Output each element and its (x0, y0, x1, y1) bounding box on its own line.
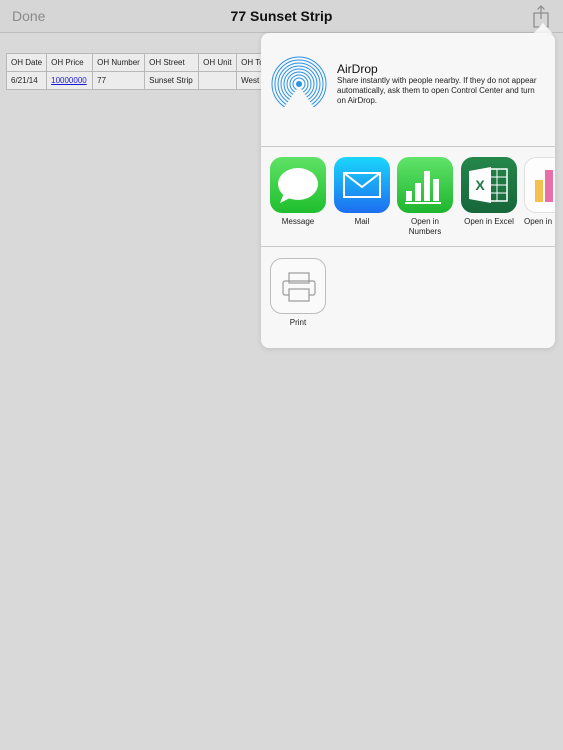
page-title: 77 Sunset Strip (230, 8, 333, 24)
share-action-print[interactable]: Print (268, 258, 328, 328)
screen: Done 77 Sunset Strip OH Date OH Price OH… (0, 0, 563, 750)
table-cell (198, 71, 238, 90)
svg-text:X: X (475, 177, 485, 193)
price-link[interactable]: 10000000 (46, 71, 94, 90)
message-icon (270, 157, 326, 213)
excel-icon: X (461, 157, 517, 213)
airdrop-icon (271, 56, 327, 112)
divider (261, 246, 555, 247)
table-row: 6/21/14 10000000 77 Sunset Strip West H (5, 71, 278, 90)
airdrop-title: AirDrop (337, 62, 378, 76)
mail-icon (334, 157, 390, 213)
column-header: OH Street (144, 53, 200, 72)
share-app-open-in[interactable]: Open in (522, 157, 555, 227)
app-label: Open in (524, 217, 553, 226)
share-app-excel[interactable]: X Open in Excel (459, 157, 519, 227)
table-cell: 6/21/14 (5, 71, 48, 90)
app-label: Message (281, 217, 315, 226)
app-label: Mail (354, 217, 370, 226)
share-app-mail[interactable]: Mail (332, 157, 392, 227)
app-icon (524, 157, 555, 213)
share-app-message[interactable]: Message (268, 157, 328, 227)
numbers-icon (397, 157, 453, 213)
app-label: Open in Excel (464, 217, 514, 226)
column-header: OH Date (5, 53, 48, 72)
divider (261, 146, 555, 147)
airdrop-description: Share instantly with people nearby. If t… (337, 76, 537, 105)
share-sheet: AirDrop Share instantly with people near… (261, 33, 555, 348)
share-app-numbers[interactable]: Open in Numbers (395, 157, 455, 237)
nav-bar: Done 77 Sunset Strip (0, 0, 563, 33)
column-header: OH Number (92, 53, 146, 72)
table-cell: Sunset Strip (144, 71, 200, 90)
column-header: OH Price (46, 53, 94, 72)
airdrop-section[interactable]: AirDrop Share instantly with people near… (261, 33, 555, 146)
column-header: OH Unit (198, 53, 238, 72)
app-label: Open in Numbers (408, 217, 442, 236)
table-cell: 77 (92, 71, 146, 90)
table-header-row: OH Date OH Price OH Number OH Street OH … (5, 53, 278, 72)
data-table: OH Date OH Price OH Number OH Street OH … (5, 53, 278, 90)
action-label: Print (289, 318, 307, 327)
print-icon (270, 258, 326, 314)
